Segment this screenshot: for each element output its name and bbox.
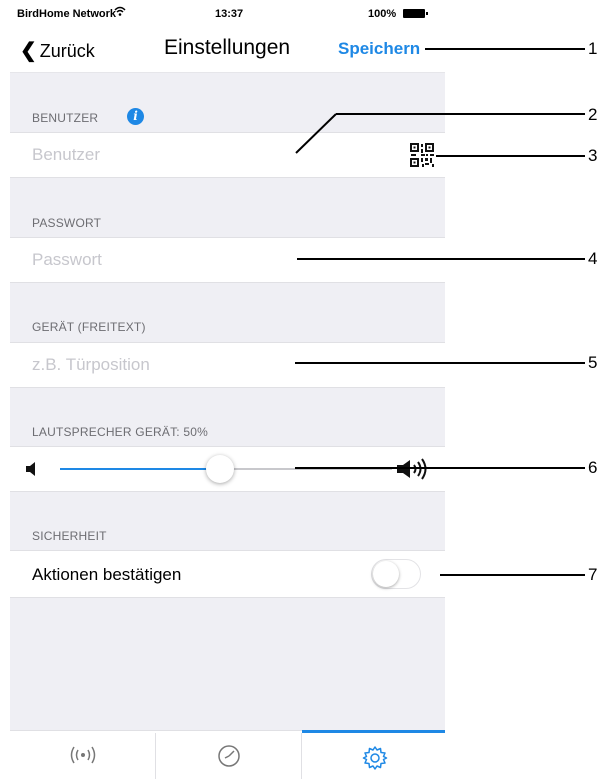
section-label-password: PASSWORT [32, 216, 102, 230]
tab-history[interactable] [156, 731, 301, 779]
tab-bar [10, 730, 445, 779]
callout-line-6 [295, 467, 585, 469]
status-bar: BirdHome Network 13:37 100% [10, 0, 445, 28]
volume-low-icon [26, 462, 35, 476]
wifi-icon [114, 5, 126, 20]
navigation-bar: ❮ Zurück Einstellungen Speichern [10, 28, 445, 73]
section-label-user: BENUTZER [32, 111, 99, 125]
section-label-device: GERÄT (FREITEXT) [32, 320, 146, 334]
callout-line-4 [297, 258, 585, 260]
callout-number-3: 3 [588, 146, 598, 165]
page-title: Einstellungen [164, 36, 291, 59]
slider-track-filled [60, 468, 220, 470]
callout-number-6: 6 [588, 458, 598, 477]
toggle-knob [373, 561, 399, 587]
device-field[interactable]: z.B. Türposition [10, 342, 445, 388]
callout-number-5: 5 [588, 353, 598, 372]
password-placeholder: Passwort [32, 250, 102, 269]
broadcast-icon [70, 746, 96, 764]
user-placeholder: Benutzer [32, 145, 101, 164]
confirm-actions-toggle[interactable] [371, 559, 421, 589]
tab-broadcast[interactable] [10, 731, 155, 779]
speaker-volume-row [10, 446, 445, 492]
confirm-actions-label: Aktionen bestätigen [32, 565, 182, 584]
back-label: Zurück [39, 41, 95, 61]
password-field[interactable]: Passwort [10, 237, 445, 283]
device-placeholder: z.B. Türposition [32, 355, 150, 374]
callout-number-4: 4 [588, 249, 598, 268]
save-button[interactable]: Speichern [338, 39, 420, 59]
confirm-actions-row: Aktionen bestätigen [10, 550, 445, 598]
section-label-speaker: LAUTSPRECHER GERÄT: 50% [32, 425, 208, 439]
callout-line-5 [295, 362, 585, 364]
callout-line-2 [295, 113, 585, 154]
callout-number-7: 7 [588, 565, 598, 584]
callout-number-2: 2 [588, 105, 598, 124]
battery-percent: 100% [368, 8, 397, 20]
clock-time: 13:37 [215, 8, 244, 20]
callout-line-1 [425, 48, 585, 50]
info-icon[interactable]: i [127, 108, 144, 125]
callout-number-1: 1 [588, 39, 598, 58]
chevron-left-icon: ❮ [20, 40, 37, 62]
volume-slider-thumb[interactable] [206, 455, 234, 483]
back-button[interactable]: ❮ Zurück [20, 38, 95, 63]
callout-line-3 [436, 155, 585, 157]
gear-icon [362, 746, 388, 770]
callout-line-7 [440, 574, 585, 576]
volume-high-icon [397, 458, 427, 480]
tab-settings[interactable] [302, 730, 445, 779]
section-label-security: SICHERHEIT [32, 529, 107, 543]
carrier-name: BirdHome Network [17, 8, 117, 20]
clock-icon [218, 745, 240, 767]
battery-icon [403, 9, 428, 18]
